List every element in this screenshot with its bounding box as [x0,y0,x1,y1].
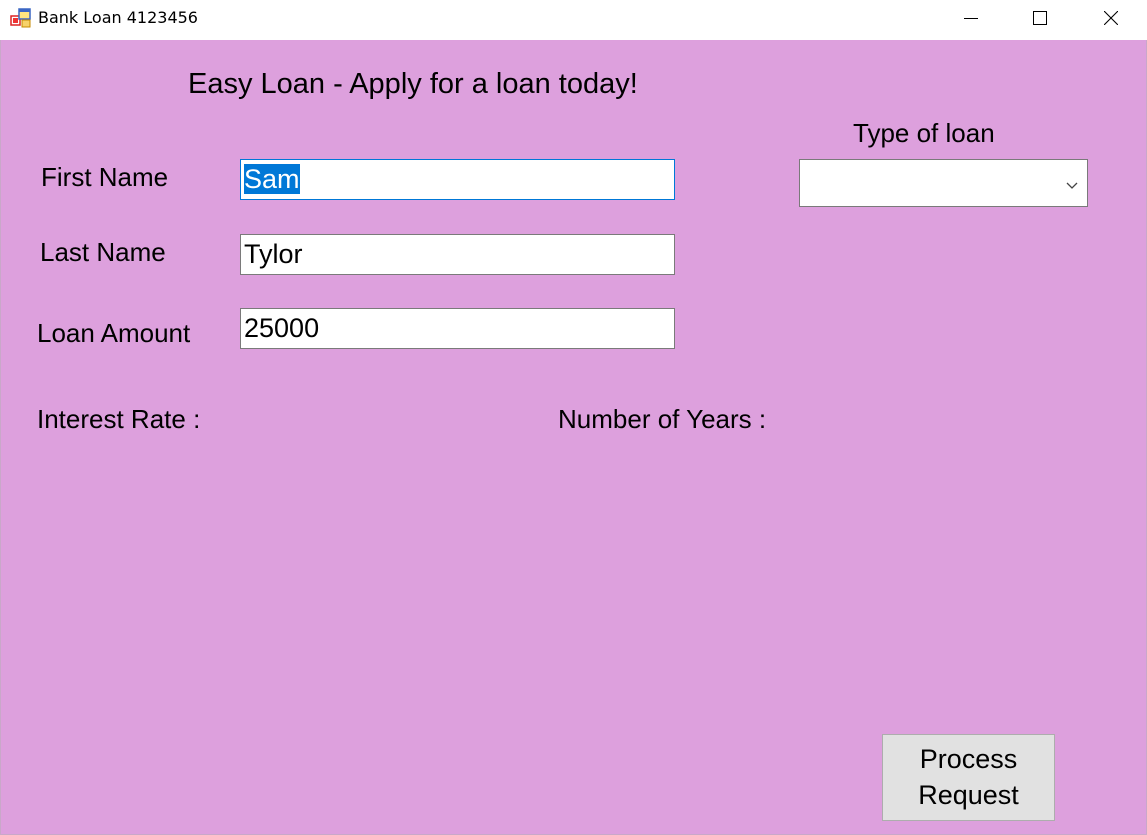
process-button-line1: Process [919,744,1018,774]
last-name-label: Last Name [40,237,166,267]
loan-amount-label: Loan Amount [37,318,191,348]
close-icon [1104,11,1118,25]
window-title: Bank Loan 4123456 [38,8,198,27]
title-bar[interactable]: Bank Loan 4123456 [0,0,1147,40]
last-name-value: Tylor [244,239,303,269]
last-name-field[interactable]: Tylor [240,234,675,275]
maximize-icon [1033,11,1047,25]
type-of-loan-label: Type of loan [853,118,995,148]
chevron-down-icon[interactable] [1065,178,1079,189]
number-of-years-label: Number of Years : [558,404,767,434]
app-form-icon[interactable] [10,8,32,28]
first-name-value: Sam [244,164,300,194]
first-name-field[interactable]: Sam [240,159,675,200]
maximize-button[interactable] [1017,0,1063,36]
interest-rate-label: Interest Rate : [37,404,201,434]
type-of-loan-dropdown[interactable] [799,159,1088,207]
minimize-icon [964,11,978,25]
loan-amount-field[interactable]: 25000 [240,308,675,349]
close-button[interactable] [1088,0,1134,36]
form-heading: Easy Loan - Apply for a loan today! [188,68,638,100]
process-request-button[interactable]: Process Request [882,734,1055,821]
minimize-button[interactable] [948,0,994,36]
loan-form: Easy Loan - Apply for a loan today! Type… [0,40,1147,835]
process-button-line2: Request [918,780,1019,810]
first-name-label: First Name [41,162,169,192]
loan-amount-value: 25000 [244,313,320,343]
application-window: Bank Loan 4123456 Easy Loan - Apply for … [0,0,1147,835]
